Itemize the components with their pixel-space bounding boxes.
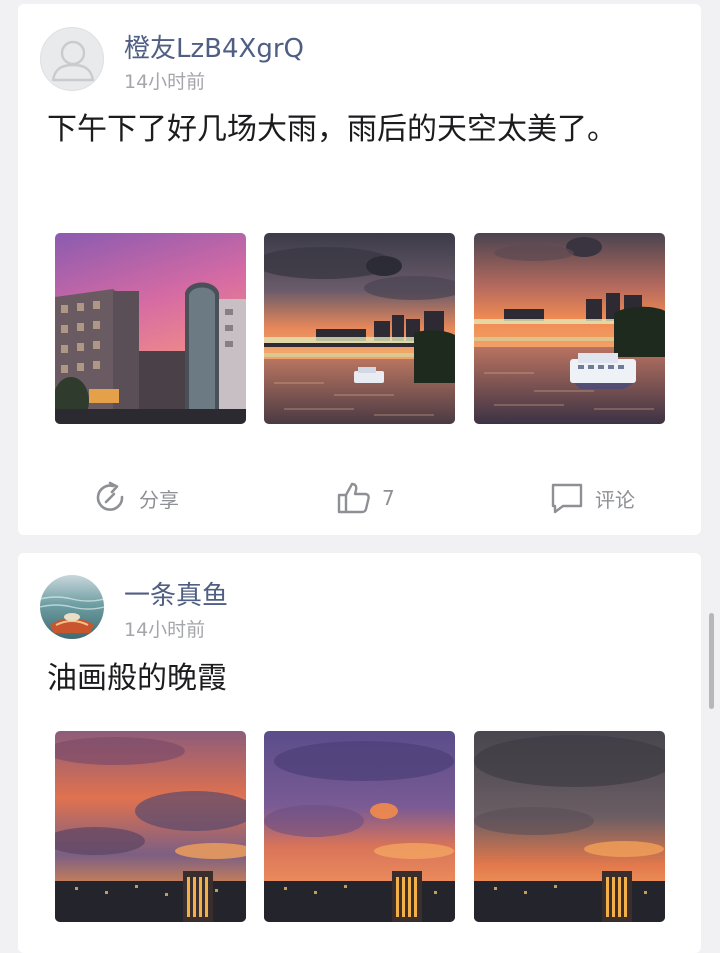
comment-icon — [551, 483, 583, 514]
post-card[interactable]: 橙友LzB4XgrQ 14小时前 下午下了好几场大雨，雨后的天空太美了。 分享 … — [18, 4, 701, 535]
thumbs-up-icon — [337, 482, 370, 514]
post-text: 油画般的晚霞 — [47, 661, 227, 696]
post-time: 14小时前 — [124, 71, 206, 93]
like-count: 7 — [382, 486, 395, 510]
share-icon — [96, 481, 124, 511]
comment-button[interactable]: 评论 — [549, 478, 635, 518]
post-text: 下午下了好几场大雨，雨后的天空太美了。 — [47, 112, 617, 147]
username[interactable]: 橙友LzB4XgrQ — [124, 28, 304, 65]
avatar[interactable] — [40, 575, 104, 639]
username[interactable]: 一条真鱼 — [124, 575, 228, 612]
post-photo[interactable] — [264, 731, 455, 922]
post-photo[interactable] — [264, 233, 455, 424]
post-photo[interactable] — [55, 233, 246, 424]
post-photo[interactable] — [474, 233, 665, 424]
post-card[interactable]: 一条真鱼 14小时前 油画般的晚霞 — [18, 553, 701, 953]
post-time: 14小时前 — [124, 619, 206, 641]
post-photo[interactable] — [474, 731, 665, 922]
comment-label: 评论 — [595, 487, 635, 512]
scrollbar[interactable] — [709, 613, 714, 709]
like-button[interactable]: 7 — [336, 478, 395, 518]
share-button[interactable]: 分享 — [93, 478, 179, 518]
avatar[interactable] — [40, 27, 104, 91]
post-photo[interactable] — [55, 731, 246, 922]
share-label: 分享 — [139, 487, 179, 512]
